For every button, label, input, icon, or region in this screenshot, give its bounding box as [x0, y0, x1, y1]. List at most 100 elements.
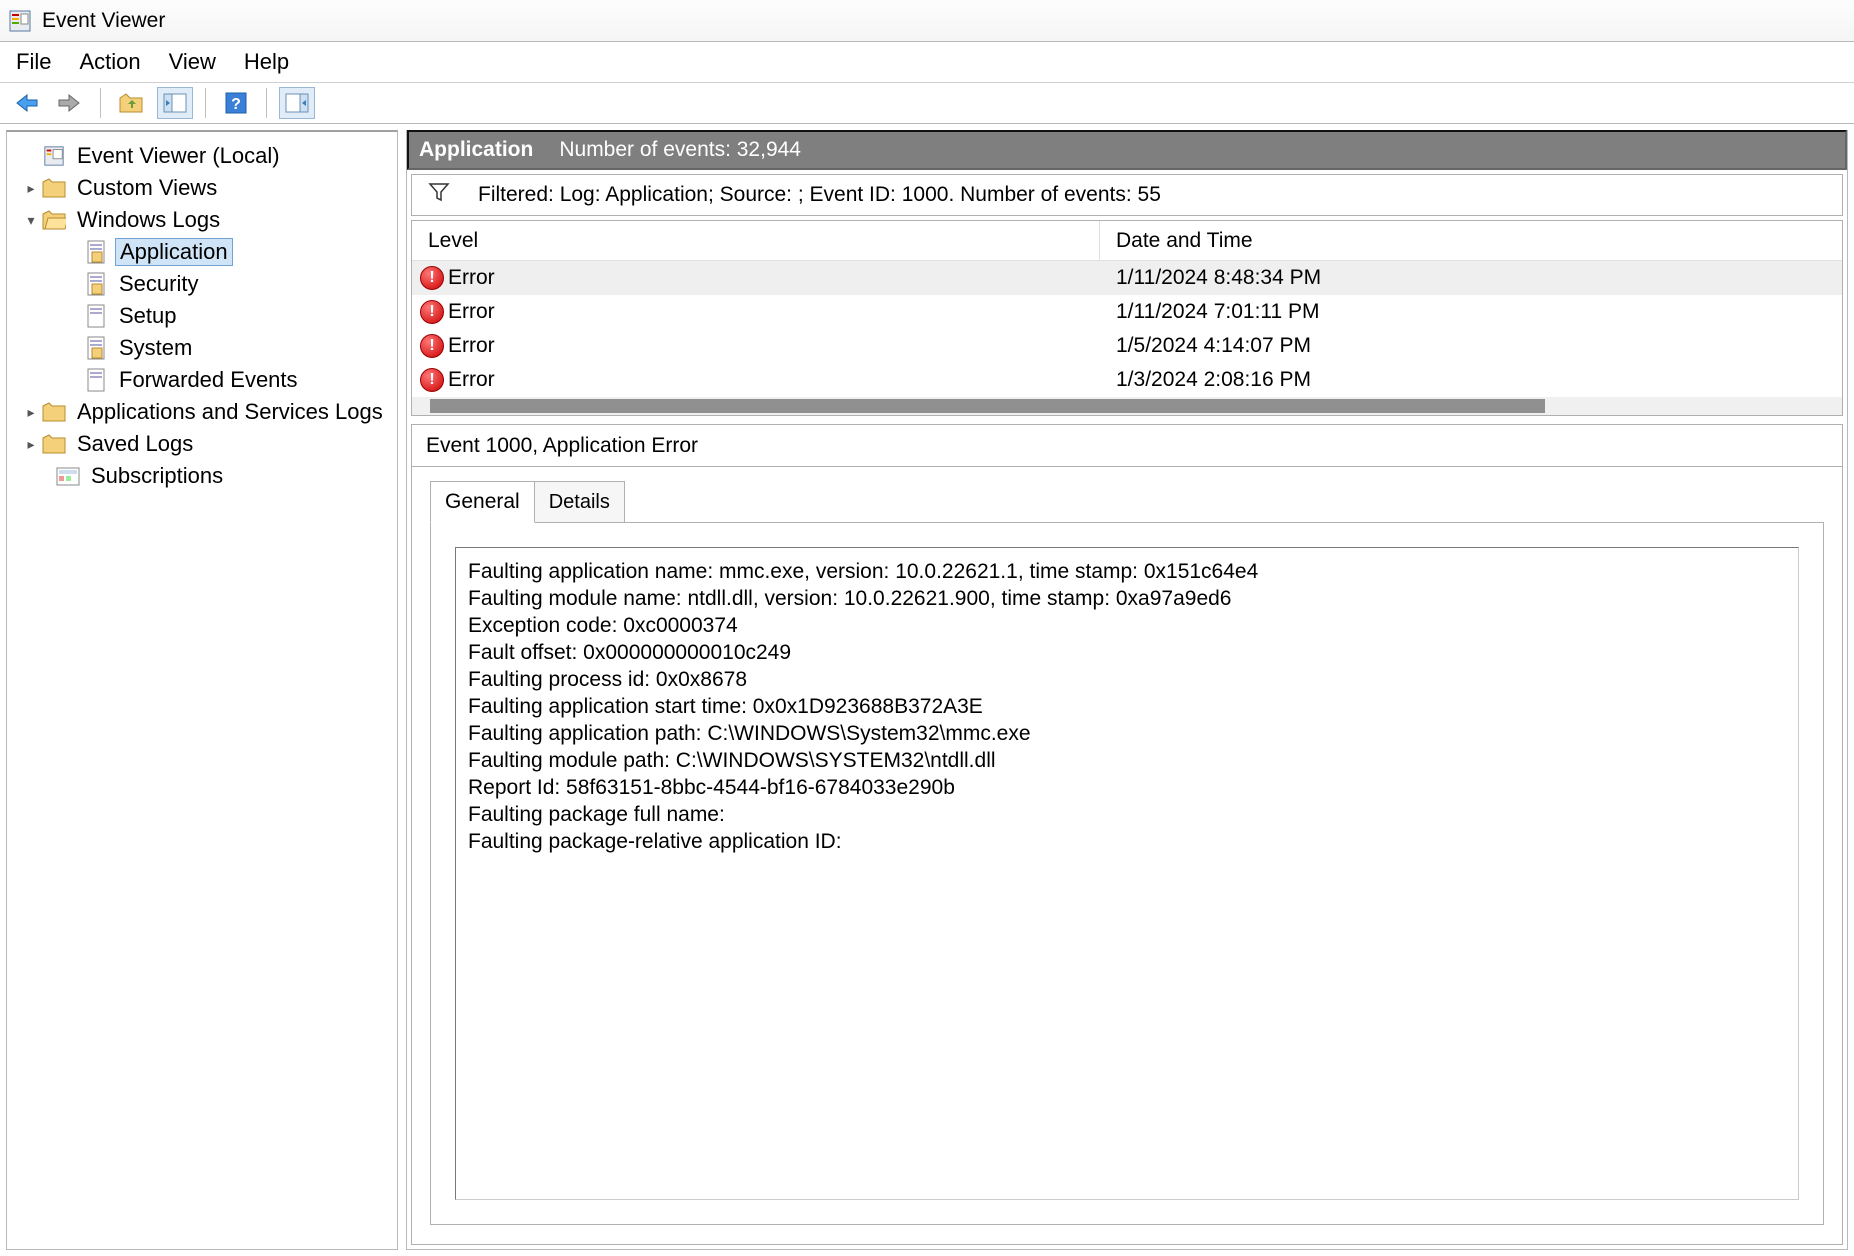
tree-security[interactable]: Security: [7, 268, 397, 300]
event-row[interactable]: !Error 1/5/2024 4:14:07 PM: [412, 329, 1842, 363]
event-row[interactable]: !Error 1/11/2024 8:48:34 PM: [412, 261, 1842, 295]
tree-label: Subscriptions: [87, 463, 227, 489]
tree-label: Application: [115, 238, 233, 266]
tree-windows-logs[interactable]: ▾ Windows Logs: [7, 204, 397, 236]
details-line: Faulting module name: ntdll.dll, version…: [468, 585, 1786, 612]
filter-icon[interactable]: [428, 182, 450, 208]
details-line: Faulting application name: mmc.exe, vers…: [468, 558, 1786, 585]
right-panel: Application Number of events: 32,944 Fil…: [406, 130, 1848, 1250]
tree-panel: Event Viewer (Local) ▸ Custom Views ▾ Wi…: [6, 130, 398, 1250]
chevron-right-icon[interactable]: ▸: [21, 436, 41, 453]
details-text: Faulting application name: mmc.exe, vers…: [455, 547, 1799, 1200]
tree-label: Windows Logs: [73, 207, 224, 233]
details-line: Faulting package full name:: [468, 801, 1786, 828]
window-title: Event Viewer: [42, 9, 165, 33]
date-text: 1/3/2024 2:08:16 PM: [1100, 368, 1842, 392]
show-actions-button[interactable]: [279, 87, 315, 119]
up-folder-button[interactable]: [113, 87, 149, 119]
scrollbar-thumb[interactable]: [430, 399, 1545, 413]
details-line: Faulting package-relative application ID…: [468, 828, 1786, 855]
level-text: Error: [448, 300, 495, 324]
details-body: Faulting application name: mmc.exe, vers…: [430, 522, 1824, 1225]
error-icon: !: [420, 300, 444, 324]
tree-subscriptions[interactable]: Subscriptions: [7, 460, 397, 492]
log-icon: [83, 369, 109, 391]
level-text: Error: [448, 334, 495, 358]
menubar: File Action View Help: [0, 42, 1854, 82]
chevron-down-icon[interactable]: ▾: [21, 212, 41, 229]
toolbar: ?: [0, 82, 1854, 124]
horizontal-scrollbar[interactable]: [412, 397, 1842, 415]
menu-file[interactable]: File: [16, 49, 51, 75]
toolbar-separator: [100, 88, 101, 118]
tree-label: Forwarded Events: [115, 367, 302, 393]
column-level[interactable]: Level: [412, 221, 1100, 260]
titlebar: Event Viewer: [0, 0, 1854, 42]
chevron-right-icon[interactable]: ▸: [21, 404, 41, 421]
column-date[interactable]: Date and Time: [1100, 229, 1842, 253]
folder-open-icon: [41, 209, 67, 231]
details-line: Exception code: 0xc0000374: [468, 612, 1786, 639]
details-line: Faulting application path: C:\WINDOWS\Sy…: [468, 720, 1786, 747]
error-icon: !: [420, 266, 444, 290]
svg-text:?: ?: [231, 96, 241, 113]
details-line: Report Id: 58f63151-8bbc-4544-bf16-67840…: [468, 774, 1786, 801]
event-row[interactable]: !Error 1/11/2024 7:01:11 PM: [412, 295, 1842, 329]
tree-label: Event Viewer (Local): [73, 143, 284, 169]
tree-label: System: [115, 335, 196, 361]
details-line: Faulting module path: C:\WINDOWS\SYSTEM3…: [468, 747, 1786, 774]
menu-view[interactable]: View: [169, 49, 216, 75]
tree-label: Custom Views: [73, 175, 221, 201]
details-title: Event 1000, Application Error: [412, 425, 1842, 467]
show-hide-tree-button[interactable]: [157, 87, 193, 119]
filter-bar: Filtered: Log: Application; Source: ; Ev…: [411, 174, 1843, 216]
chevron-right-icon[interactable]: ▸: [21, 180, 41, 197]
log-icon: [83, 305, 109, 327]
details-line: Fault offset: 0x000000000010c249: [468, 639, 1786, 666]
details-line: Faulting process id: 0x0x8678: [468, 666, 1786, 693]
app-icon: [8, 9, 32, 33]
error-icon: !: [420, 334, 444, 358]
tree-system[interactable]: System: [7, 332, 397, 364]
tree-application[interactable]: Application: [7, 236, 397, 268]
tab-general[interactable]: General: [430, 481, 535, 523]
forward-button[interactable]: [52, 87, 88, 119]
folder-icon: [41, 433, 67, 455]
level-text: Error: [448, 368, 495, 392]
event-viewer-icon: [41, 145, 67, 167]
list-header-bar: Application Number of events: 32,944: [407, 130, 1847, 170]
level-text: Error: [448, 266, 495, 290]
event-row[interactable]: !Error 1/3/2024 2:08:16 PM: [412, 363, 1842, 397]
menu-help[interactable]: Help: [244, 49, 289, 75]
list-title: Application: [419, 138, 533, 162]
log-icon: [83, 273, 109, 295]
tree-label: Saved Logs: [73, 431, 197, 457]
help-button[interactable]: ?: [218, 87, 254, 119]
filter-text: Filtered: Log: Application; Source: ; Ev…: [478, 183, 1161, 207]
tree-apps-services[interactable]: ▸ Applications and Services Logs: [7, 396, 397, 428]
tree-root[interactable]: Event Viewer (Local): [7, 140, 397, 172]
tree-custom-views[interactable]: ▸ Custom Views: [7, 172, 397, 204]
details-tabs: General Details: [430, 481, 1842, 523]
back-button[interactable]: [8, 87, 44, 119]
folder-icon: [41, 177, 67, 199]
folder-icon: [41, 401, 67, 423]
toolbar-separator: [266, 88, 267, 118]
log-icon: [83, 241, 109, 263]
menu-action[interactable]: Action: [79, 49, 140, 75]
toolbar-separator: [205, 88, 206, 118]
column-headers: Level Date and Time: [412, 221, 1842, 261]
log-icon: [83, 337, 109, 359]
details-panel: Event 1000, Application Error General De…: [411, 424, 1843, 1245]
date-text: 1/11/2024 8:48:34 PM: [1100, 266, 1842, 290]
details-line: Faulting application start time: 0x0x1D9…: [468, 693, 1786, 720]
tab-details[interactable]: Details: [534, 481, 625, 523]
date-text: 1/5/2024 4:14:07 PM: [1100, 334, 1842, 358]
main-split: Event Viewer (Local) ▸ Custom Views ▾ Wi…: [0, 124, 1854, 1256]
tree-forwarded[interactable]: Forwarded Events: [7, 364, 397, 396]
tree-saved-logs[interactable]: ▸ Saved Logs: [7, 428, 397, 460]
list-count: Number of events: 32,944: [559, 138, 801, 162]
tree-label: Security: [115, 271, 202, 297]
tree-setup[interactable]: Setup: [7, 300, 397, 332]
event-list: Level Date and Time !Error 1/11/2024 8:4…: [411, 220, 1843, 416]
